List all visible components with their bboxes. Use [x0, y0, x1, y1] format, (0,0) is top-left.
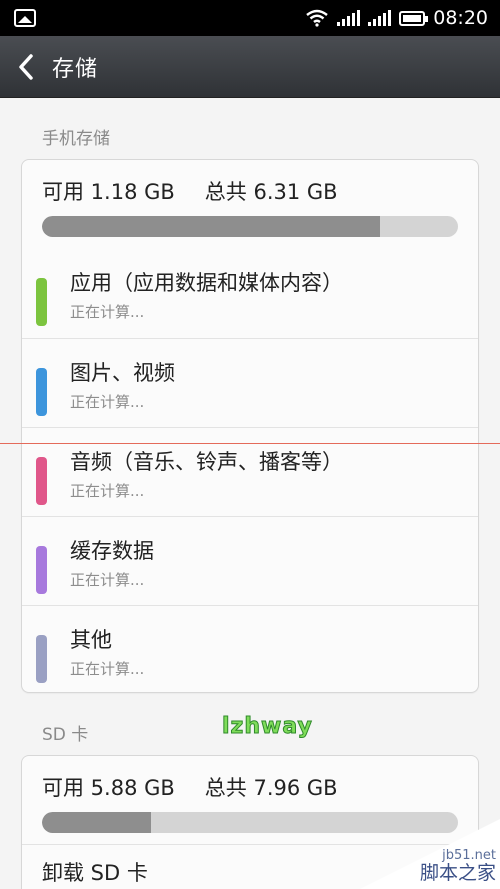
- other-color-swatch: [36, 635, 47, 683]
- available-text: 可用 5.88 GB: [42, 776, 175, 800]
- sd-usage-fill: [42, 812, 151, 833]
- storage-row-audio[interactable]: 音频（音乐、铃声、播客等） 正在计算...: [22, 427, 478, 516]
- photos-color-swatch: [36, 368, 47, 416]
- row-title: 其他: [70, 628, 112, 652]
- row-status: 正在计算...: [70, 393, 145, 411]
- row-title: 图片、视频: [70, 361, 175, 385]
- watermark-logo: lzhway: [222, 714, 313, 740]
- overlay-line: [0, 443, 500, 444]
- row-status: 正在计算...: [70, 303, 145, 321]
- row-title: 应用（应用数据和媒体内容）: [70, 271, 343, 295]
- storage-row-apps[interactable]: 应用（应用数据和媒体内容） 正在计算...: [22, 249, 478, 338]
- watermark-text: 脚本之家: [419, 862, 496, 884]
- unmount-sd-label: 卸载 SD 卡: [42, 861, 148, 885]
- apps-color-swatch: [36, 278, 47, 326]
- phone-usage-fill: [42, 216, 381, 237]
- cache-color-swatch: [36, 546, 47, 594]
- back-button[interactable]: [0, 36, 52, 98]
- title-bar: 存储: [0, 36, 500, 98]
- sd-card-label: SD 卡: [42, 725, 89, 745]
- total-text: 总共 6.31 GB: [204, 180, 338, 204]
- phone-storage-card: 可用 1.18 GB 总共 6.31 GB 应用（应用数据和媒体内容） 正在计算…: [21, 159, 479, 693]
- status-bar: 08:20: [0, 0, 500, 36]
- storage-row-photos-videos[interactable]: 图片、视频 正在计算...: [22, 338, 478, 427]
- phone-storage-label: 手机存储: [42, 129, 110, 149]
- available-text: 可用 1.18 GB: [42, 180, 175, 204]
- row-status: 正在计算...: [70, 482, 145, 500]
- chevron-left-icon: [19, 53, 33, 80]
- storage-row-cache[interactable]: 缓存数据 正在计算...: [22, 516, 478, 605]
- row-title: 缓存数据: [70, 539, 154, 563]
- total-text: 总共 7.96 GB: [204, 776, 338, 800]
- battery-icon: [399, 10, 429, 26]
- phone-storage-summary: 可用 1.18 GB 总共 6.31 GB: [22, 160, 478, 210]
- image-notification-icon: [14, 9, 36, 27]
- clock: 08:20: [433, 7, 488, 29]
- row-status: 正在计算...: [70, 571, 145, 589]
- corner-watermark: jb51.net 脚本之家: [360, 819, 500, 889]
- row-status: 正在计算...: [70, 660, 145, 678]
- signal-icon: [337, 10, 361, 26]
- page-title: 存储: [52, 56, 99, 82]
- storage-row-other[interactable]: 其他 正在计算...: [22, 605, 478, 694]
- audio-color-swatch: [36, 457, 47, 505]
- wifi-icon: [306, 9, 329, 27]
- signal-icon: [368, 10, 392, 26]
- phone-usage-bar: [42, 216, 458, 237]
- row-title: 音频（音乐、铃声、播客等）: [70, 450, 343, 474]
- sd-storage-summary: 可用 5.88 GB 总共 7.96 GB: [22, 756, 478, 806]
